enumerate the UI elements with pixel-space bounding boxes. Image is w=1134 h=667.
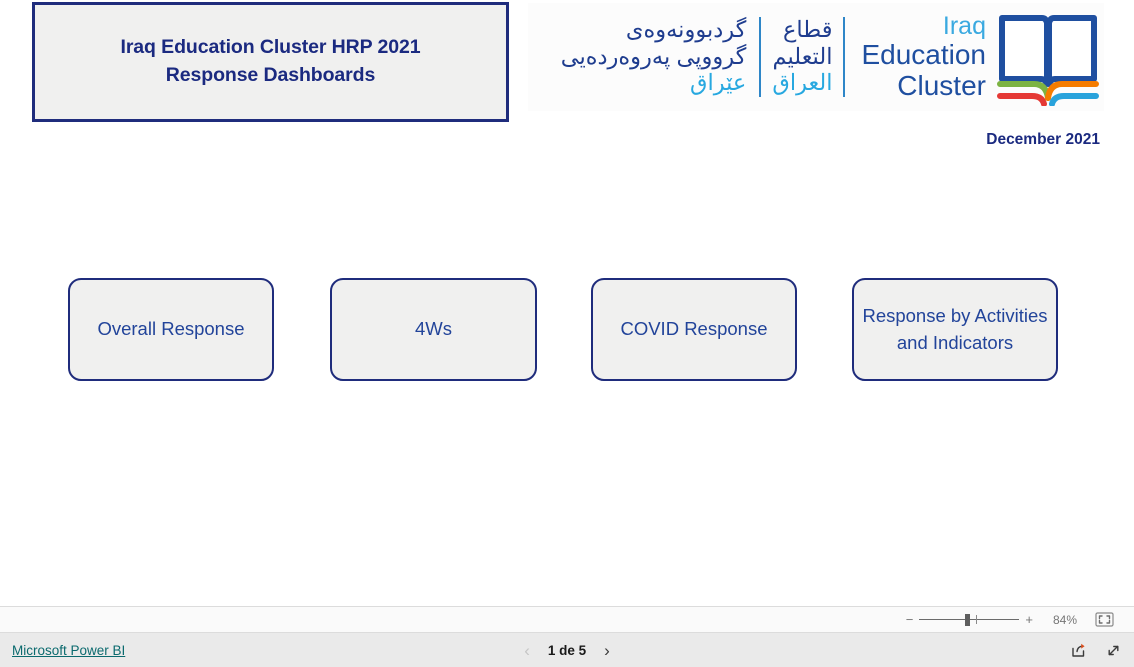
nav-button-overall-response[interactable]: Overall Response [68, 278, 274, 381]
logo-kurdish-line-3: عێراق [690, 70, 747, 96]
status-bar: Microsoft Power BI ‹ 1 de 5 › [0, 633, 1134, 667]
report-title-line-2: Response Dashboards [165, 64, 376, 86]
open-book-icon [992, 3, 1104, 111]
logo-english-line-3: Cluster [897, 69, 986, 101]
report-canvas: Iraq Education Cluster HRP 2021 Response… [0, 0, 1134, 606]
zoom-slider[interactable] [919, 612, 1020, 628]
page-indicator: 1 de 5 [547, 642, 587, 658]
nav-button-response-by-activities-and-indicators[interactable]: Response by Activities and Indicators [852, 278, 1058, 381]
zoom-level-label: 84% [1052, 612, 1077, 627]
logo-kurdish-line-2: گرووپی پەروەردەیی [560, 43, 747, 69]
logo-kurdish-text: گردبوونەوەی گرووپی پەروەردەیی عێراق [548, 3, 760, 111]
logo-arabic-line-3: العراق [772, 70, 833, 96]
logo-kurdish-line-1: گردبوونەوەی [625, 17, 747, 43]
zoom-slider-handle[interactable] [965, 613, 971, 626]
report-date: December 2021 [986, 131, 1100, 148]
dashboard-nav-buttons: Overall Response 4Ws COVID Response Resp… [0, 278, 1134, 382]
previous-page-button[interactable]: ‹ [524, 642, 530, 659]
logo-arabic-line-2: التعليم [772, 43, 833, 69]
report-title-line-1: Iraq Education Cluster HRP 2021 [120, 36, 421, 59]
fullscreen-icon[interactable] [1105, 642, 1122, 659]
logo-arabic-text: قطاع التعليم العراق [761, 3, 843, 111]
page-title: Iraq Education Cluster HRP 2021 Response… [121, 34, 421, 89]
next-page-button[interactable]: › [604, 642, 610, 659]
power-bi-report-viewer: Iraq Education Cluster HRP 2021 Response… [0, 0, 1134, 667]
fit-to-page-icon[interactable] [1087, 612, 1122, 627]
logo-arabic-line-1: قطاع [782, 17, 833, 43]
iraq-education-cluster-logo: گردبوونەوەی گرووپی پەروەردەیی عێراق قطاع… [528, 3, 1104, 111]
zoom-in-button[interactable]: + [1019, 613, 1039, 626]
zoom-toolbar: − + 84% [0, 606, 1134, 633]
logo-english-text: Iraq Education Cluster [845, 3, 992, 111]
report-title-card: Iraq Education Cluster HRP 2021 Response… [32, 2, 509, 122]
page-navigator: ‹ 1 de 5 › [0, 642, 1134, 659]
share-icon[interactable] [1070, 642, 1087, 658]
zoom-out-button[interactable]: − [900, 613, 920, 626]
nav-button-4ws[interactable]: 4Ws [330, 278, 537, 381]
nav-button-covid-response[interactable]: COVID Response [591, 278, 797, 381]
zoom-slider-tick [976, 615, 978, 624]
logo-english-line-2: Education [861, 39, 986, 71]
logo-english-line-1: Iraq [942, 12, 986, 41]
status-bar-actions [1070, 642, 1122, 659]
